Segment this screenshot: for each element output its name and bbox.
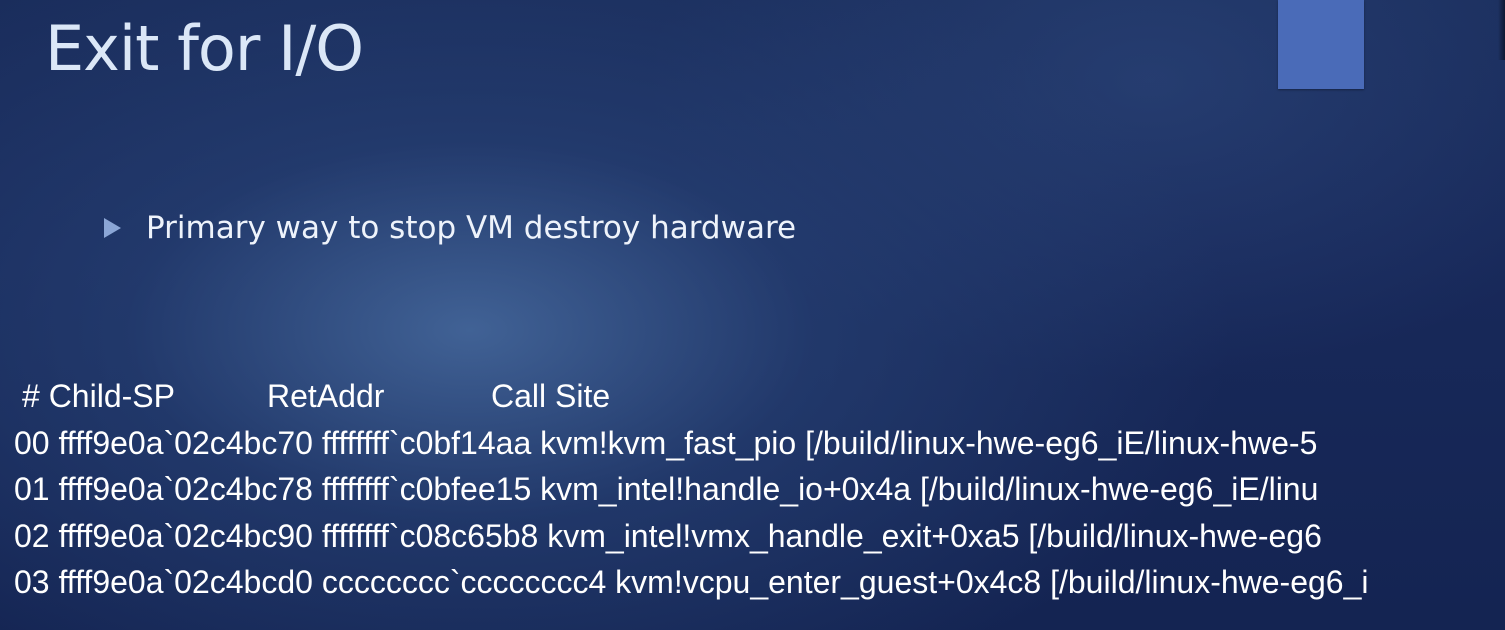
triangle-right-icon (104, 218, 121, 238)
stack-row: 03 ffff9e0a`02c4bcd0 cccccccc`cccccccc4 … (14, 564, 1369, 600)
slide-title: Exit for I/O (45, 12, 364, 85)
accent-block (1278, 0, 1364, 89)
stack-row: 02 ffff9e0a`02c4bc90 ffffffff`c08c65b8 k… (14, 517, 1322, 554)
stack-trace-header: # Child-SP RetAddr Call Site (14, 373, 1505, 420)
stack-row: 00 ffff9e0a`02c4bc70 ffffffff`c0bf14aa k… (14, 424, 1318, 461)
bullet-text: Primary way to stop VM destroy hardware (146, 210, 797, 246)
header-call-site: Call Site (491, 378, 611, 414)
stack-row: 01 ffff9e0a`02c4bc78 ffffffff`c0bfee15 k… (14, 471, 1319, 507)
header-child-sp: # Child-SP (22, 378, 175, 414)
header-ret-addr: RetAddr (267, 378, 385, 414)
slide-edge-shadow (1498, 0, 1505, 60)
slide: Exit for I/O Primary way to stop VM dest… (0, 0, 1505, 630)
bullet-item: Primary way to stop VM destroy hardware (104, 210, 796, 246)
stack-trace: # Child-SP RetAddr Call Site 00 ffff9e0a… (14, 373, 1505, 606)
